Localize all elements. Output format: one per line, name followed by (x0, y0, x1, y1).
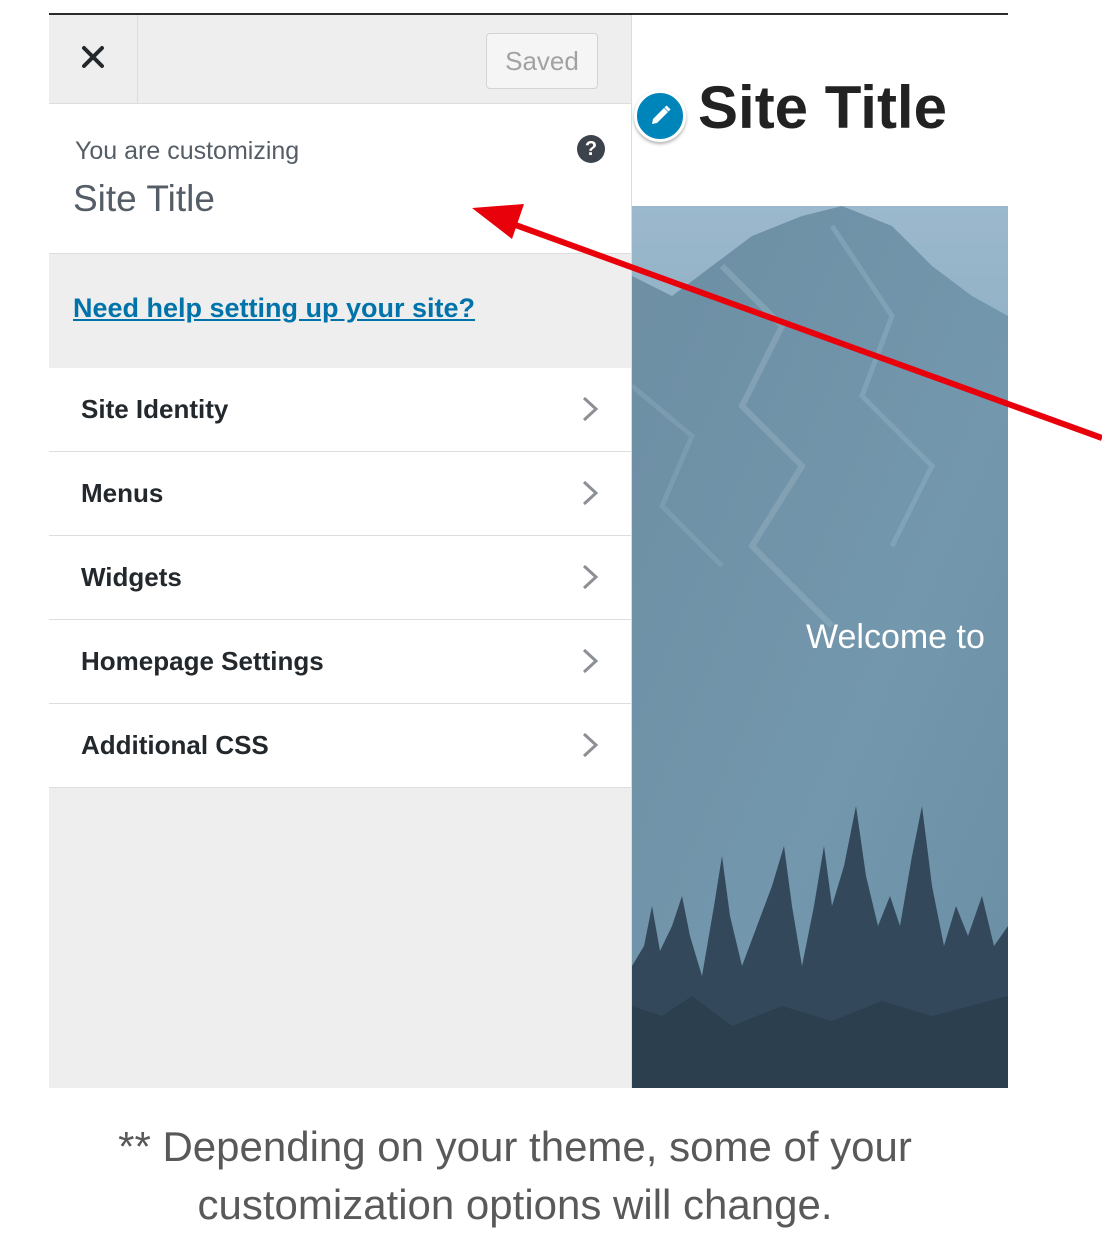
hero-text: Welcome to (806, 618, 985, 656)
menu-item-label: Site Identity (81, 394, 229, 424)
menu-item-site-identity[interactable]: Site Identity (49, 368, 631, 452)
close-icon (81, 45, 105, 74)
menu-item-menus[interactable]: Menus (49, 452, 631, 536)
menu-item-label: Additional CSS (81, 730, 269, 760)
caption-line-1: ** Depending on your theme, some of your (118, 1123, 912, 1170)
chevron-right-icon (582, 396, 599, 422)
customizer-header: Saved (49, 15, 631, 104)
menu-item-label: Homepage Settings (81, 646, 324, 676)
menu-item-additional-css[interactable]: Additional CSS (49, 704, 631, 788)
customizing-info: You are customizing Site Title ? (49, 104, 631, 254)
pencil-icon[interactable] (634, 90, 686, 142)
chevron-right-icon (582, 732, 599, 758)
customizer-panel: Saved You are customizing Site Title ? N… (49, 15, 632, 1088)
saved-button[interactable]: Saved (486, 33, 598, 89)
menu-item-label: Widgets (81, 562, 182, 592)
customizer-menu: Site Identity Menus Widgets Homepage Set… (49, 368, 631, 788)
menu-item-widgets[interactable]: Widgets (49, 536, 631, 620)
close-button[interactable] (49, 15, 138, 103)
customizing-value: Site Title (73, 178, 215, 219)
site-preview: Site Title Welcome to (632, 15, 1008, 1088)
question-icon[interactable]: ? (577, 135, 605, 163)
customizing-label: You are customizing (75, 137, 300, 165)
site-title[interactable]: Site Title (698, 73, 947, 142)
caption-line-2: customization options will change. (197, 1181, 833, 1228)
help-link[interactable]: Need help setting up your site? (73, 293, 475, 324)
caption: ** Depending on your theme, some of your… (0, 1118, 1030, 1234)
chevron-right-icon (582, 648, 599, 674)
menu-item-homepage-settings[interactable]: Homepage Settings (49, 620, 631, 704)
chevron-right-icon (582, 564, 599, 590)
menu-item-label: Menus (81, 478, 164, 508)
chevron-right-icon (582, 480, 599, 506)
